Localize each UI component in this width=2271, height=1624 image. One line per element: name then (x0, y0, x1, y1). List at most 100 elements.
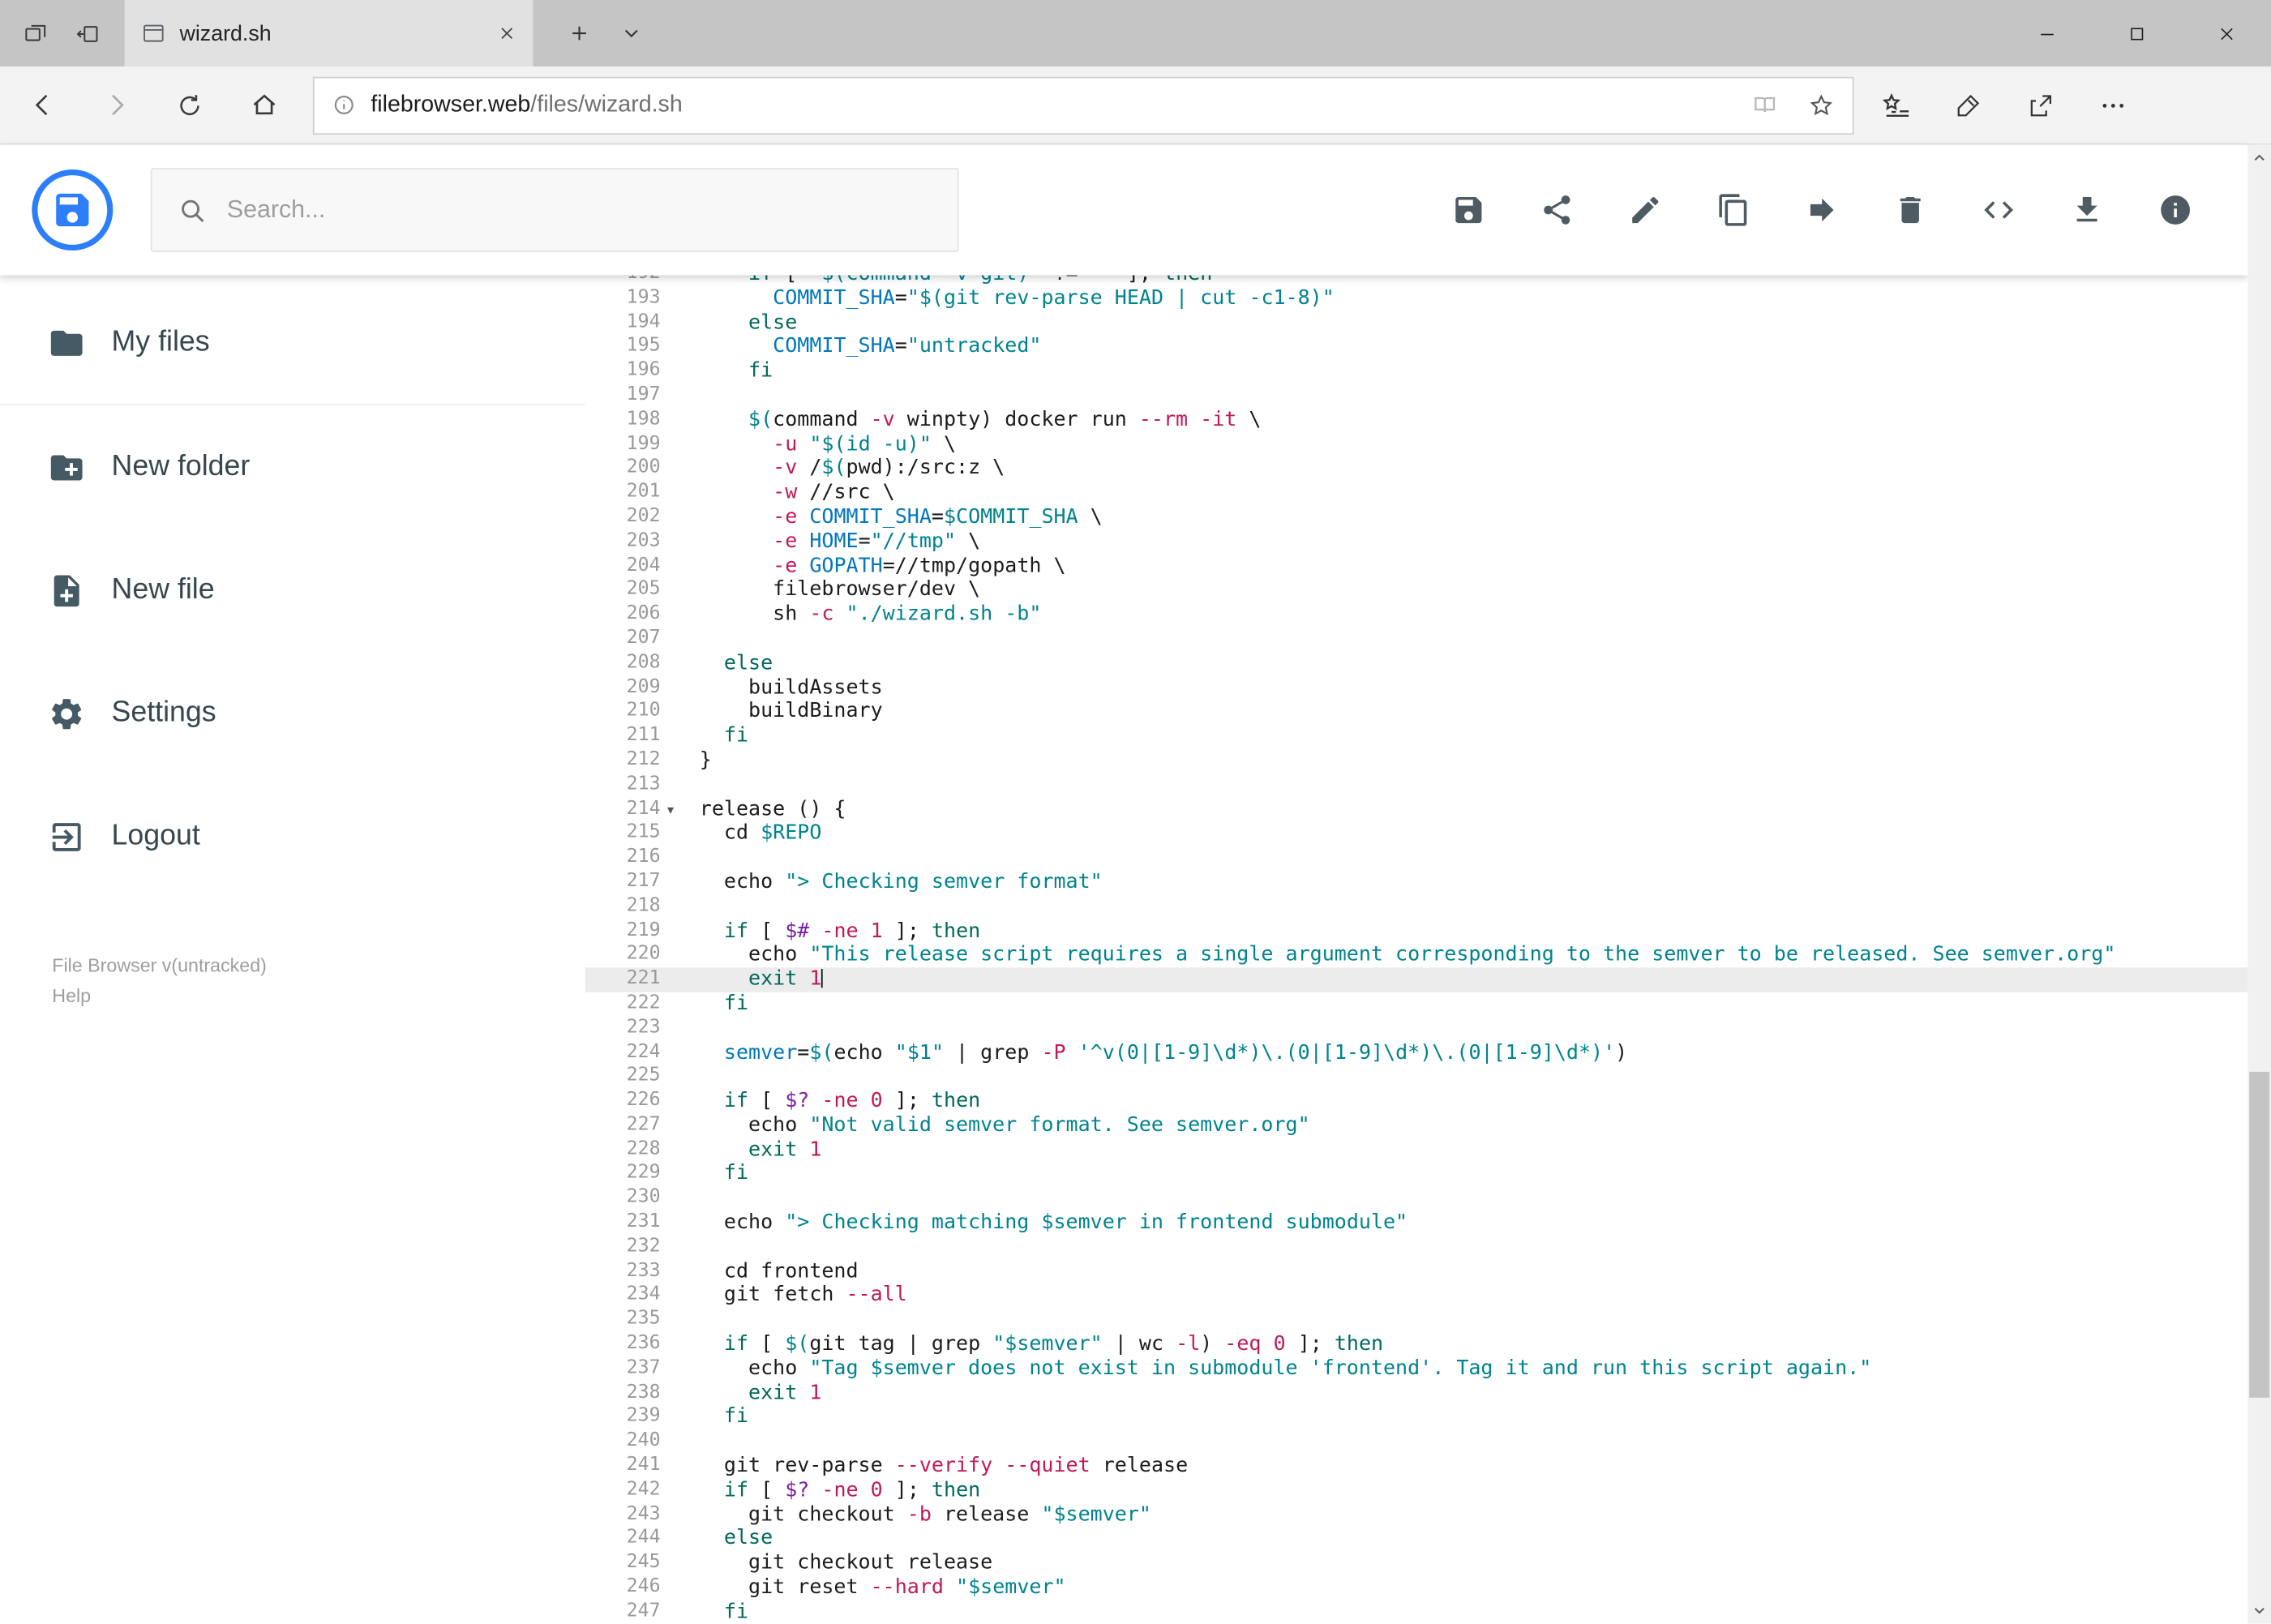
code-line[interactable]: 202 -e COMMIT_SHA=$COMMIT_SHA \ (585, 505, 2248, 529)
code-line[interactable]: 193 COMMIT_SHA="$(git rev-parse HEAD | c… (585, 286, 2248, 311)
set-tabs-aside-button[interactable] (61, 0, 113, 66)
delete-button[interactable] (1879, 178, 1943, 242)
code-line[interactable]: 223 (585, 1016, 2248, 1040)
code-line[interactable]: 217 echo "> Checking semver format" (585, 870, 2248, 894)
save-button[interactable] (1437, 178, 1501, 242)
tab-preview-button[interactable] (9, 0, 61, 66)
edit-button[interactable] (1613, 178, 1678, 242)
code-line[interactable]: 201 -w //src \ (585, 481, 2248, 505)
code-line[interactable]: 239 fi (585, 1406, 2248, 1430)
code-line[interactable]: 225 (585, 1065, 2248, 1089)
sidebar-item-new-folder[interactable]: New folder (0, 405, 585, 529)
code-line[interactable]: 199 -u "$(id -u)" \ (585, 432, 2248, 456)
code-line[interactable]: 209 buildAssets (585, 675, 2248, 700)
code-view-button[interactable] (1967, 178, 2031, 242)
code-line[interactable]: 222 fi (585, 992, 2248, 1016)
code-line[interactable]: 237 echo "Tag $semver does not exist in … (585, 1357, 2248, 1382)
code-line[interactable]: 211 fi (585, 724, 2248, 748)
code-line[interactable]: 198 $(command -v winpty) docker run --rm… (585, 408, 2248, 432)
home-button[interactable] (232, 73, 296, 137)
code-line[interactable]: 243 git checkout -b release "$semver" (585, 1503, 2248, 1528)
code-line[interactable]: 192 if [ "$(command -v git)" != "" ]; th… (585, 275, 2248, 286)
code-line[interactable]: 210 buildBinary (585, 700, 2248, 724)
code-line[interactable]: 245 git checkout release (585, 1552, 2248, 1576)
code-line[interactable]: 214 ▾ release () { (585, 797, 2248, 821)
code-line[interactable]: 228 exit 1 (585, 1138, 2248, 1163)
code-line[interactable]: 216 (585, 846, 2248, 870)
code-line[interactable]: 204 -e GOPATH=//tmp/gopath \ (585, 554, 2248, 578)
code-line[interactable]: 212} (585, 748, 2248, 773)
code-line[interactable]: 233 cd frontend (585, 1260, 2248, 1284)
copy-button[interactable] (1702, 178, 1766, 242)
tab-close-button[interactable] (499, 24, 516, 41)
code-line[interactable]: 226 if [ $? -ne 0 ]; then (585, 1090, 2248, 1114)
code-line[interactable]: 213 (585, 773, 2248, 797)
refresh-button[interactable] (158, 73, 222, 137)
tab-list-chevron-button[interactable] (606, 0, 658, 66)
star-icon[interactable] (1807, 92, 1835, 119)
back-button[interactable] (11, 73, 75, 137)
annotate-button[interactable] (1938, 75, 1999, 135)
code-line[interactable]: 200 -v /$(pwd):/src:z \ (585, 456, 2248, 481)
code-editor[interactable]: 192 if [ "$(command -v git)" != "" ]; th… (585, 275, 2248, 1624)
code-line[interactable]: 224 semver=$(echo "$1" | grep -P '^v(0|[… (585, 1040, 2248, 1065)
forward-button[interactable] (84, 73, 148, 137)
code-line[interactable]: 236 if [ $(git tag | grep "$semver" | wc… (585, 1333, 2248, 1357)
code-line[interactable]: 235 (585, 1309, 2248, 1333)
code-line[interactable]: 242 if [ $? -ne 0 ]; then (585, 1479, 2248, 1503)
code-line[interactable]: 206 sh -c "./wizard.sh -b" (585, 602, 2248, 627)
code-line[interactable]: 208 else (585, 651, 2248, 675)
scroll-down-button[interactable] (2247, 1598, 2271, 1624)
code-line[interactable]: 227 echo "Not valid semver format. See s… (585, 1114, 2248, 1138)
code-line[interactable]: 195 COMMIT_SHA="untracked" (585, 335, 2248, 359)
sidebar-item-logout[interactable]: Logout (0, 775, 585, 898)
more-button[interactable] (2083, 75, 2144, 135)
info-button[interactable] (2144, 178, 2208, 242)
fold-gutter-arrow-icon[interactable]: ▾ (661, 797, 681, 821)
code-line[interactable]: 203 -e HOME="//tmp" \ (585, 529, 2248, 554)
code-line[interactable]: 219 if [ $# -ne 1 ]; then (585, 919, 2248, 943)
scroll-up-button[interactable] (2247, 145, 2271, 171)
code-line[interactable]: 221 exit 1 (585, 967, 2248, 992)
favorites-hub-button[interactable] (1866, 75, 1926, 135)
code-line[interactable]: 232 (585, 1236, 2248, 1260)
code-line[interactable]: 197 (585, 384, 2248, 408)
code-line[interactable]: 220 echo "This release script requires a… (585, 943, 2248, 967)
code-line[interactable]: 196 fi (585, 359, 2248, 384)
code-line[interactable]: 205 filebrowser/dev \ (585, 578, 2248, 602)
code-line[interactable]: 207 (585, 627, 2248, 651)
info-icon[interactable] (332, 92, 356, 117)
code-line[interactable]: 231 echo "> Checking matching $semver in… (585, 1211, 2248, 1236)
minimize-button[interactable] (2002, 0, 2092, 66)
search-box[interactable] (150, 168, 959, 252)
maximize-button[interactable] (2091, 0, 2181, 66)
filebrowser-logo[interactable] (32, 169, 114, 251)
code-line[interactable]: 215 cd $REPO (585, 821, 2248, 846)
code-line[interactable]: 244 else (585, 1528, 2248, 1552)
scrollbar-thumb[interactable] (2249, 1071, 2270, 1398)
download-button[interactable] (2055, 178, 2119, 242)
close-window-button[interactable] (2181, 0, 2271, 66)
code-line[interactable]: 218 (585, 894, 2248, 919)
address-bar[interactable]: filebrowser.web/files/wizard.sh (312, 75, 1854, 135)
share-button[interactable] (1525, 178, 1589, 242)
sidebar-item-my-files[interactable]: My files (0, 281, 585, 405)
code-line[interactable]: 234 git fetch --all (585, 1284, 2248, 1309)
code-line[interactable]: 230 (585, 1187, 2248, 1211)
code-line[interactable]: 229 fi (585, 1163, 2248, 1187)
code-line[interactable]: 241 git rev-parse --verify --quiet relea… (585, 1455, 2248, 1479)
code-line[interactable]: 240 (585, 1430, 2248, 1455)
sidebar-item-settings[interactable]: Settings (0, 652, 585, 775)
code-line[interactable]: 238 exit 1 (585, 1382, 2248, 1406)
browser-tab[interactable]: wizard.sh (124, 0, 533, 67)
new-tab-button[interactable] (553, 0, 605, 66)
reading-view-icon[interactable] (1751, 92, 1779, 119)
sidebar-item-new-file[interactable]: New file (0, 529, 585, 652)
move-button[interactable] (1790, 178, 1854, 242)
code-line[interactable]: 247 fi (585, 1600, 2248, 1624)
help-link[interactable]: Help (52, 980, 267, 1011)
share-button[interactable] (2010, 75, 2071, 135)
code-line[interactable]: 246 git reset --hard "$semver" (585, 1576, 2248, 1600)
code-line[interactable]: 194 else (585, 311, 2248, 335)
search-input[interactable] (226, 195, 932, 225)
